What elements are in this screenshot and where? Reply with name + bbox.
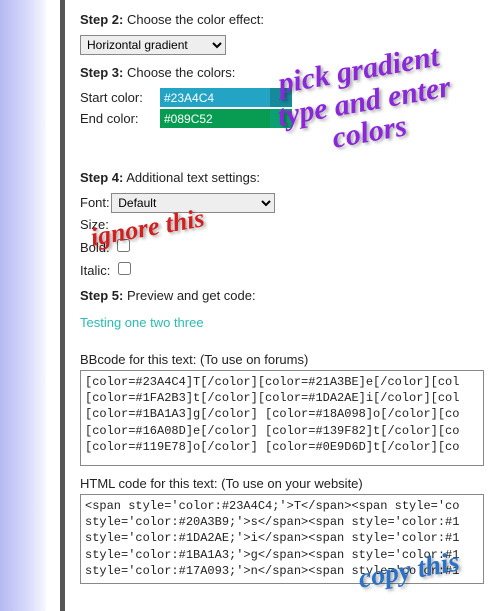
step-4-text: Additional text settings: [126, 170, 260, 185]
step-2-label: Step 2: [80, 12, 123, 27]
color-effect-select[interactable]: Horizontal gradient [80, 35, 226, 55]
preview-text: Testing one two three [80, 315, 490, 330]
italic-checkbox[interactable] [118, 262, 131, 275]
size-label: Size: [80, 217, 109, 232]
htmlcode-label: HTML code for this text: (To use on your… [80, 476, 490, 491]
font-select[interactable]: Default [111, 193, 275, 213]
bold-checkbox[interactable] [117, 239, 130, 252]
font-row: Font: Default [80, 193, 490, 213]
step-3-text: Choose the colors: [127, 65, 235, 80]
htmlcode-output[interactable]: <span style='color:#23A4C4;'>T</span><sp… [80, 494, 484, 584]
step-5-label: Step 5: [80, 288, 123, 303]
step-5-text: Preview and get code: [127, 288, 256, 303]
end-color-label: End color: [80, 111, 160, 126]
italic-label: Italic: [80, 263, 110, 278]
end-color-row: End color: #089C52 [80, 109, 490, 128]
main-content: Step 2: Choose the color effect: Horizon… [80, 0, 490, 584]
start-color-input[interactable]: #23A4C4 [160, 88, 292, 107]
bold-row: Bold: [80, 236, 490, 255]
bold-label: Bold: [80, 240, 110, 255]
start-color-row: Start color: #23A4C4 [80, 88, 490, 107]
italic-row: Italic: [80, 259, 490, 278]
bbcode-output[interactable]: [color=#23A4C4]T[/color][color=#21A3BE]e… [80, 370, 484, 466]
font-label: Font: [80, 195, 110, 210]
step-3-heading: Step 3: Choose the colors: [80, 65, 490, 80]
bbcode-label: BBcode for this text: (To use on forums) [80, 352, 490, 367]
page-gradient-sidebar [0, 0, 46, 611]
size-row: Size: [80, 217, 490, 232]
step-4-heading: Step 4: Additional text settings: [80, 170, 490, 185]
start-color-label: Start color: [80, 90, 160, 105]
step-2-text: Choose the color effect: [127, 12, 264, 27]
step-5-heading: Step 5: Preview and get code: [80, 288, 490, 303]
end-color-input[interactable]: #089C52 [160, 109, 292, 128]
vertical-rule [60, 0, 65, 611]
step-2-heading: Step 2: Choose the color effect: [80, 12, 490, 27]
step-3-label: Step 3: [80, 65, 123, 80]
step-4-label: Step 4: [80, 170, 123, 185]
